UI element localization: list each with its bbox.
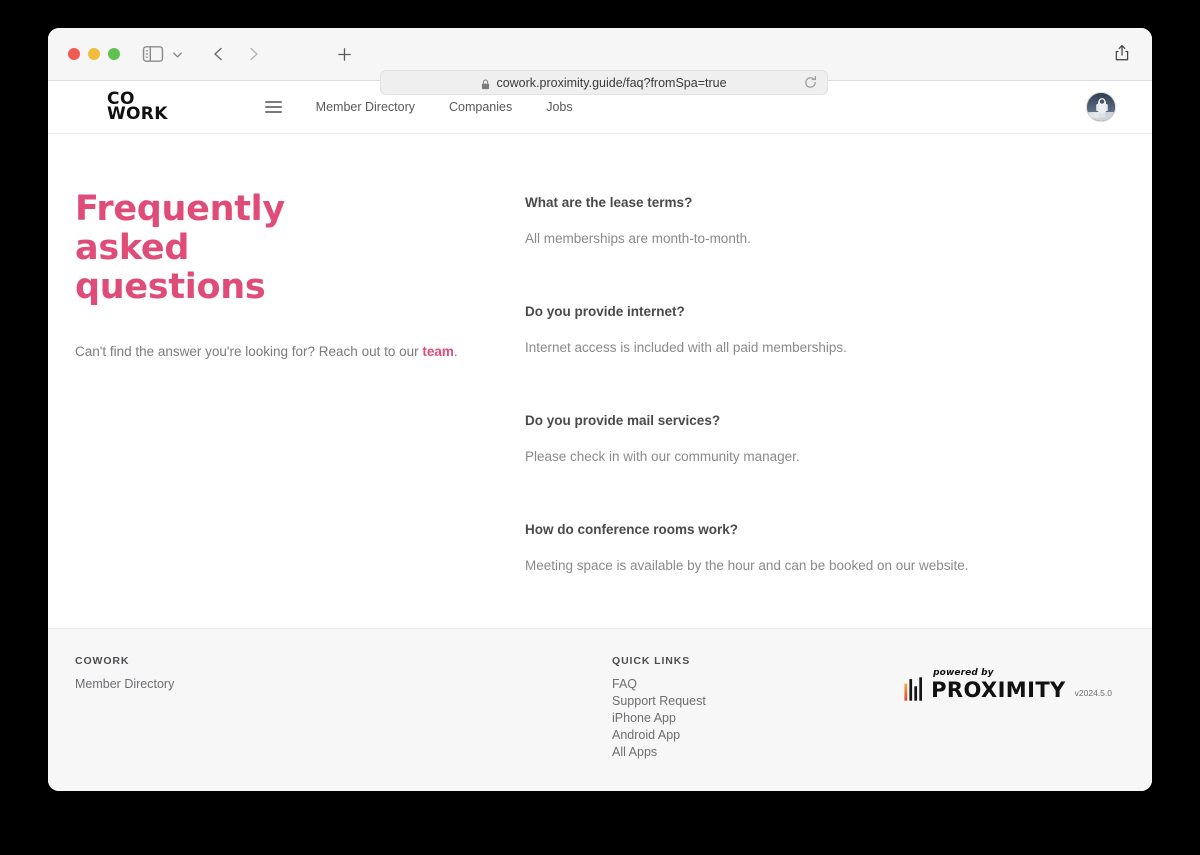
faq-answer: Meeting space is available by the hour a… xyxy=(525,558,969,573)
faq-answer: Please check in with our community manag… xyxy=(525,449,800,464)
subtitle-text-before: Can't find the answer you're looking for… xyxy=(75,343,423,359)
new-tab-icon[interactable] xyxy=(332,42,356,66)
hamburger-bar xyxy=(264,106,282,108)
faq-question: Do you provide internet? xyxy=(525,304,685,319)
faq-answer: All memberships are month-to-month. xyxy=(525,231,751,246)
proximity-wordmark: powered by PROXIMITY xyxy=(931,669,1066,701)
faq-answer: Internet access is included with all pai… xyxy=(525,340,847,355)
main-content: Frequently asked questions Can't find th… xyxy=(48,134,1152,628)
footer-link-member-directory[interactable]: Member Directory xyxy=(75,676,612,692)
faq-question: How do conference rooms work? xyxy=(525,522,739,537)
hamburger-menu-icon[interactable] xyxy=(264,101,282,113)
footer-link-faq[interactable]: FAQ xyxy=(612,676,706,692)
address-bar[interactable]: cowork.proximity.guide/faq?fromSpa=true xyxy=(380,70,828,95)
footer-brand-column: COWORK Member Directory xyxy=(75,655,612,692)
logo-line-2: WORK xyxy=(107,104,168,124)
footer-link-all-apps[interactable]: All Apps xyxy=(612,744,706,760)
nav-item-jobs[interactable]: Jobs xyxy=(546,100,572,114)
minimize-window-button[interactable] xyxy=(88,48,100,60)
faq-item: Do you provide internet? Internet access… xyxy=(525,304,1112,355)
contact-team-link[interactable]: team xyxy=(422,344,454,359)
reload-icon[interactable] xyxy=(803,75,819,91)
chevron-down-icon[interactable] xyxy=(168,43,186,65)
page-title-line-2: asked questions xyxy=(75,227,266,307)
hamburger-bar xyxy=(264,111,282,113)
powered-by-label: powered by xyxy=(933,668,994,678)
footer-link-iphone-app[interactable]: iPhone App xyxy=(612,710,706,726)
browser-window: cowork.proximity.guide/faq?fromSpa=true … xyxy=(48,28,1152,791)
proximity-logo-icon xyxy=(904,675,923,701)
browser-toolbar: cowork.proximity.guide/faq?fromSpa=true xyxy=(48,28,1152,95)
footer-quick-links-heading: QUICK LINKS xyxy=(612,655,691,667)
faq-item: How do conference rooms work? Meeting sp… xyxy=(525,522,1112,573)
page-content: CO WORK Member Directory Companies Jobs xyxy=(48,81,1152,791)
footer-link-android-app[interactable]: Android App xyxy=(612,727,706,743)
site-logo[interactable]: CO WORK xyxy=(107,91,168,124)
close-window-button[interactable] xyxy=(68,48,80,60)
zoom-window-button[interactable] xyxy=(108,48,120,60)
footer-brand-heading: COWORK xyxy=(75,655,130,667)
subtitle-text-after: . xyxy=(453,343,458,359)
primary-navigation: Member Directory Companies Jobs xyxy=(316,100,573,114)
powered-by-proximity[interactable]: powered by PROXIMITY v2024.5.0 xyxy=(904,655,1112,701)
nav-item-companies[interactable]: Companies xyxy=(449,100,512,114)
faq-question: Do you provide mail services? xyxy=(525,413,721,428)
navigation-arrows xyxy=(208,43,264,65)
lock-icon xyxy=(481,77,490,90)
page-title-line-1: Frequently xyxy=(75,189,285,229)
page-subtitle: Can't find the answer you're looking for… xyxy=(75,342,525,362)
proximity-name: PROXIMITY xyxy=(931,678,1066,702)
faq-list: What are the lease terms? All membership… xyxy=(525,190,1112,628)
proximity-version: v2024.5.0 xyxy=(1074,688,1112,698)
hamburger-bar xyxy=(264,101,282,103)
url-text: cowork.proximity.guide/faq?fromSpa=true xyxy=(496,75,727,90)
forward-arrow-icon[interactable] xyxy=(242,43,264,65)
back-arrow-icon[interactable] xyxy=(208,43,230,65)
footer-quick-links-column: QUICK LINKS FAQ Support Request iPhone A… xyxy=(612,655,706,761)
sidebar-toggle-icon[interactable] xyxy=(140,43,166,65)
avatar[interactable] xyxy=(1086,92,1116,122)
faq-item: Do you provide mail services? Please che… xyxy=(525,413,1112,464)
nav-item-member-directory[interactable]: Member Directory xyxy=(316,100,415,114)
footer-link-support-request[interactable]: Support Request xyxy=(612,693,706,709)
faq-item: What are the lease terms? All membership… xyxy=(525,195,1112,246)
share-icon[interactable] xyxy=(1112,43,1134,65)
site-footer: COWORK Member Directory QUICK LINKS FAQ … xyxy=(48,628,1152,791)
window-controls xyxy=(68,48,120,60)
page-title: Frequently asked questions xyxy=(75,190,375,307)
faq-question: What are the lease terms? xyxy=(525,195,693,210)
intro-column: Frequently asked questions Can't find th… xyxy=(75,190,525,628)
